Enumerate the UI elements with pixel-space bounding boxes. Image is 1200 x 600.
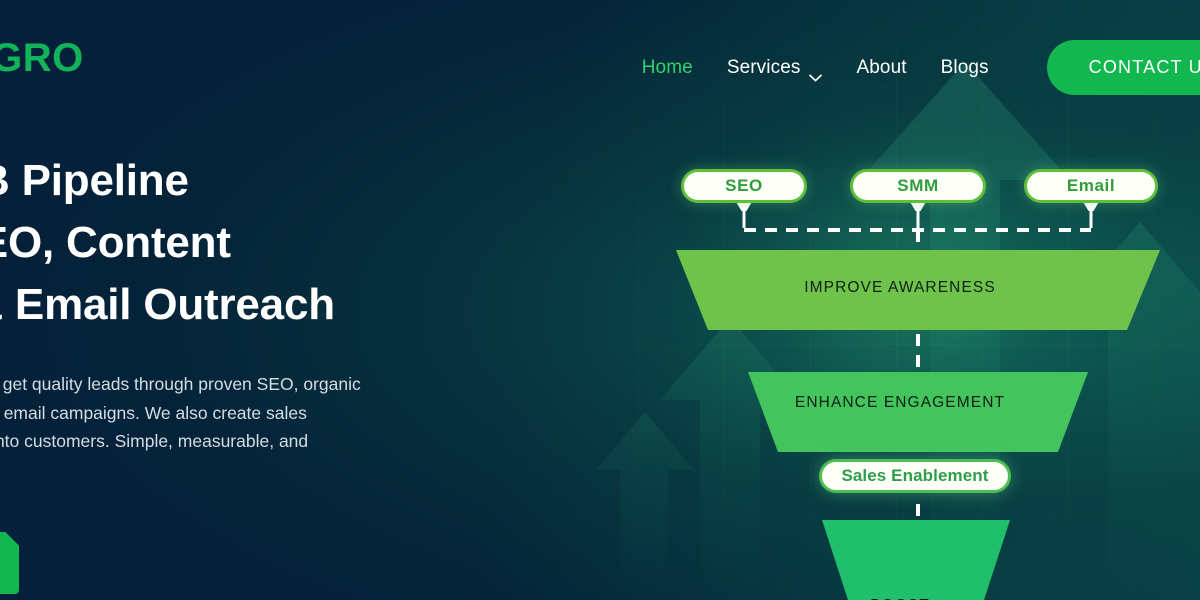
funnel-stage-3: [822, 520, 1010, 600]
nav-item-label: Home: [641, 56, 693, 78]
site-header: SGRO Home Services About Blogs CONTACT U…: [0, 0, 1200, 115]
channel-label: Email: [1066, 176, 1116, 195]
nav-item-about[interactable]: About: [856, 57, 906, 79]
chevron-down-icon: [809, 66, 823, 81]
conversion-funnel-diagram: SEO SMM Email IMPROVE AWARENESS ENHANCE …: [600, 80, 1200, 600]
hero-section: SGRO Home Services About Blogs CONTACT U…: [0, 0, 1200, 600]
hero-description-line-3: s that turn those leads into customers. …: [0, 431, 309, 451]
hero-description: o helps B2B companies get quality leads …: [0, 370, 614, 484]
hero-description-line-4: .: [0, 456, 614, 485]
get-started-button[interactable]: T STARTED: [0, 532, 19, 594]
nav-item-services[interactable]: Services: [726, 56, 823, 81]
nav-item-label: Services: [726, 56, 801, 78]
channel-label: SEO: [725, 176, 763, 195]
hero-description-line-2: marketing, and targeted email campaigns.…: [0, 402, 307, 423]
nav-item-label: About: [856, 56, 907, 78]
nav-item-home[interactable]: Home: [642, 57, 693, 79]
hero-description-line-1: o helps B2B companies get quality leads …: [0, 374, 361, 394]
hero-title-line-3: rketing & Email Outreach: [0, 280, 335, 329]
funnel-stage-2: [748, 372, 1088, 452]
page-title: Your B2B Pipeline rough SEO, Content rke…: [0, 150, 614, 336]
nav-item-label: Blogs: [940, 56, 989, 78]
hero-title-line-2: rough SEO, Content: [0, 218, 231, 267]
site-logo[interactable]: SGRO: [0, 36, 84, 81]
channel-label: SMM: [897, 176, 939, 195]
channel-pill-seo[interactable]: SEO: [681, 169, 807, 203]
sales-enablement-label: Sales Enablement: [841, 466, 989, 485]
hero-title-line-1: Your B2B Pipeline: [0, 156, 189, 205]
funnel-stage-1: [676, 250, 1160, 330]
contact-us-button[interactable]: CONTACT US: [1046, 40, 1200, 95]
channel-pill-smm[interactable]: SMM: [850, 169, 986, 203]
channel-pill-email[interactable]: Email: [1024, 169, 1158, 203]
sales-enablement-pill[interactable]: Sales Enablement: [819, 459, 1011, 493]
hero-copy: Your B2B Pipeline rough SEO, Content rke…: [0, 150, 614, 594]
main-navigation: Home Services About Blogs CONTACT US: [642, 40, 1200, 95]
nav-item-blogs[interactable]: Blogs: [941, 57, 989, 79]
